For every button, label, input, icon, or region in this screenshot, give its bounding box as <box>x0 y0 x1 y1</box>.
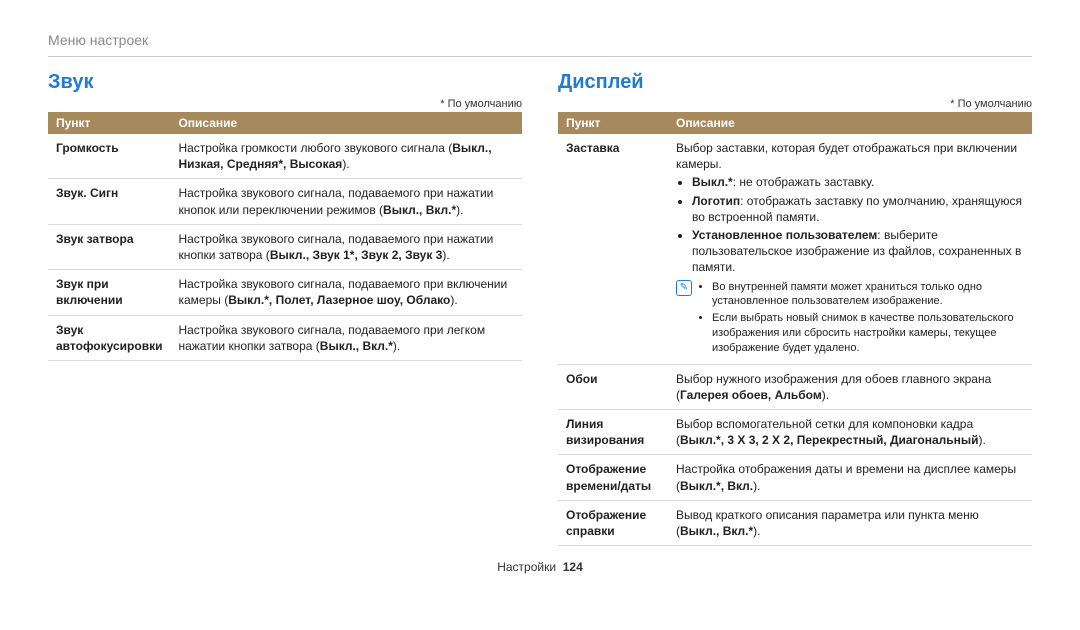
table-row: Звук. Сигн Настройка звукового сигнала, … <box>48 179 522 224</box>
row-label: Громкость <box>48 134 170 179</box>
th-item: Пункт <box>48 112 170 134</box>
row-label: Звук. Сигн <box>48 179 170 224</box>
row-label: Отображение времени/даты <box>558 455 668 500</box>
row-desc: Настройка звукового сигнала, подаваемого… <box>170 270 522 315</box>
splash-intro: Выбор заставки, которая будет отображать… <box>676 140 1024 172</box>
table-row: Отображение справки Вывод краткого описа… <box>558 500 1032 545</box>
note-item: Во внутренней памяти может храниться тол… <box>712 280 1024 310</box>
divider <box>48 56 1032 57</box>
row-label: Отображение справки <box>558 500 668 545</box>
row-desc: Выбор вспомогательной сетки для компонов… <box>668 410 1032 455</box>
table-row: Заставка Выбор заставки, которая будет о… <box>558 134 1032 364</box>
row-label: Линия визирования <box>558 410 668 455</box>
note-item: Если выбрать новый снимок в качестве пол… <box>712 311 1024 356</box>
display-section: Дисплей * По умолчанию Пункт Описание За… <box>558 71 1032 546</box>
table-row: Громкость Настройка громкости любого зву… <box>48 134 522 179</box>
row-label: Обои <box>558 364 668 409</box>
splash-options: Выкл.*: не отображать заставку. Логотип:… <box>676 174 1024 275</box>
display-table: Пункт Описание Заставка Выбор заставки, … <box>558 112 1032 546</box>
note-icon: ✎ <box>676 280 692 296</box>
row-desc: Вывод краткого описания параметра или пу… <box>668 500 1032 545</box>
row-label: Заставка <box>558 134 668 364</box>
row-desc: Настройка отображения даты и времени на … <box>668 455 1032 500</box>
row-desc: Выбор нужного изображения для обоев глав… <box>668 364 1032 409</box>
note-box: ✎ Во внутренней памяти может храниться т… <box>676 280 1024 358</box>
th-desc: Описание <box>668 112 1032 134</box>
sound-title: Звук <box>48 71 522 94</box>
row-desc: Настройка звукового сигнала, подаваемого… <box>170 179 522 224</box>
table-row: Обои Выбор нужного изображения для обоев… <box>558 364 1032 409</box>
th-desc: Описание <box>170 112 522 134</box>
row-desc: Настройка звукового сигнала, подаваемого… <box>170 315 522 360</box>
row-desc: Выбор заставки, которая будет отображать… <box>668 134 1032 364</box>
table-row: Звук автофокусировки Настройка звукового… <box>48 315 522 360</box>
default-note-left: * По умолчанию <box>48 98 522 110</box>
row-label: Звук автофокусировки <box>48 315 170 360</box>
table-row: Звук при включении Настройка звукового с… <box>48 270 522 315</box>
default-note-right: * По умолчанию <box>558 98 1032 110</box>
row-label: Звук затвора <box>48 224 170 269</box>
sound-section: Звук * По умолчанию Пункт Описание Громк… <box>48 71 522 546</box>
footer: Настройки 124 <box>48 560 1032 574</box>
footer-page: 124 <box>563 560 583 574</box>
row-desc: Настройка звукового сигнала, подаваемого… <box>170 224 522 269</box>
table-row: Звук затвора Настройка звукового сигнала… <box>48 224 522 269</box>
footer-section: Настройки <box>497 560 556 574</box>
row-desc: Настройка громкости любого звукового сиг… <box>170 134 522 179</box>
row-label: Звук при включении <box>48 270 170 315</box>
breadcrumb: Меню настроек <box>48 32 1032 48</box>
sound-table: Пункт Описание Громкость Настройка громк… <box>48 112 522 361</box>
table-row: Линия визирования Выбор вспомогательной … <box>558 410 1032 455</box>
display-title: Дисплей <box>558 71 1032 94</box>
th-item: Пункт <box>558 112 668 134</box>
table-row: Отображение времени/даты Настройка отобр… <box>558 455 1032 500</box>
